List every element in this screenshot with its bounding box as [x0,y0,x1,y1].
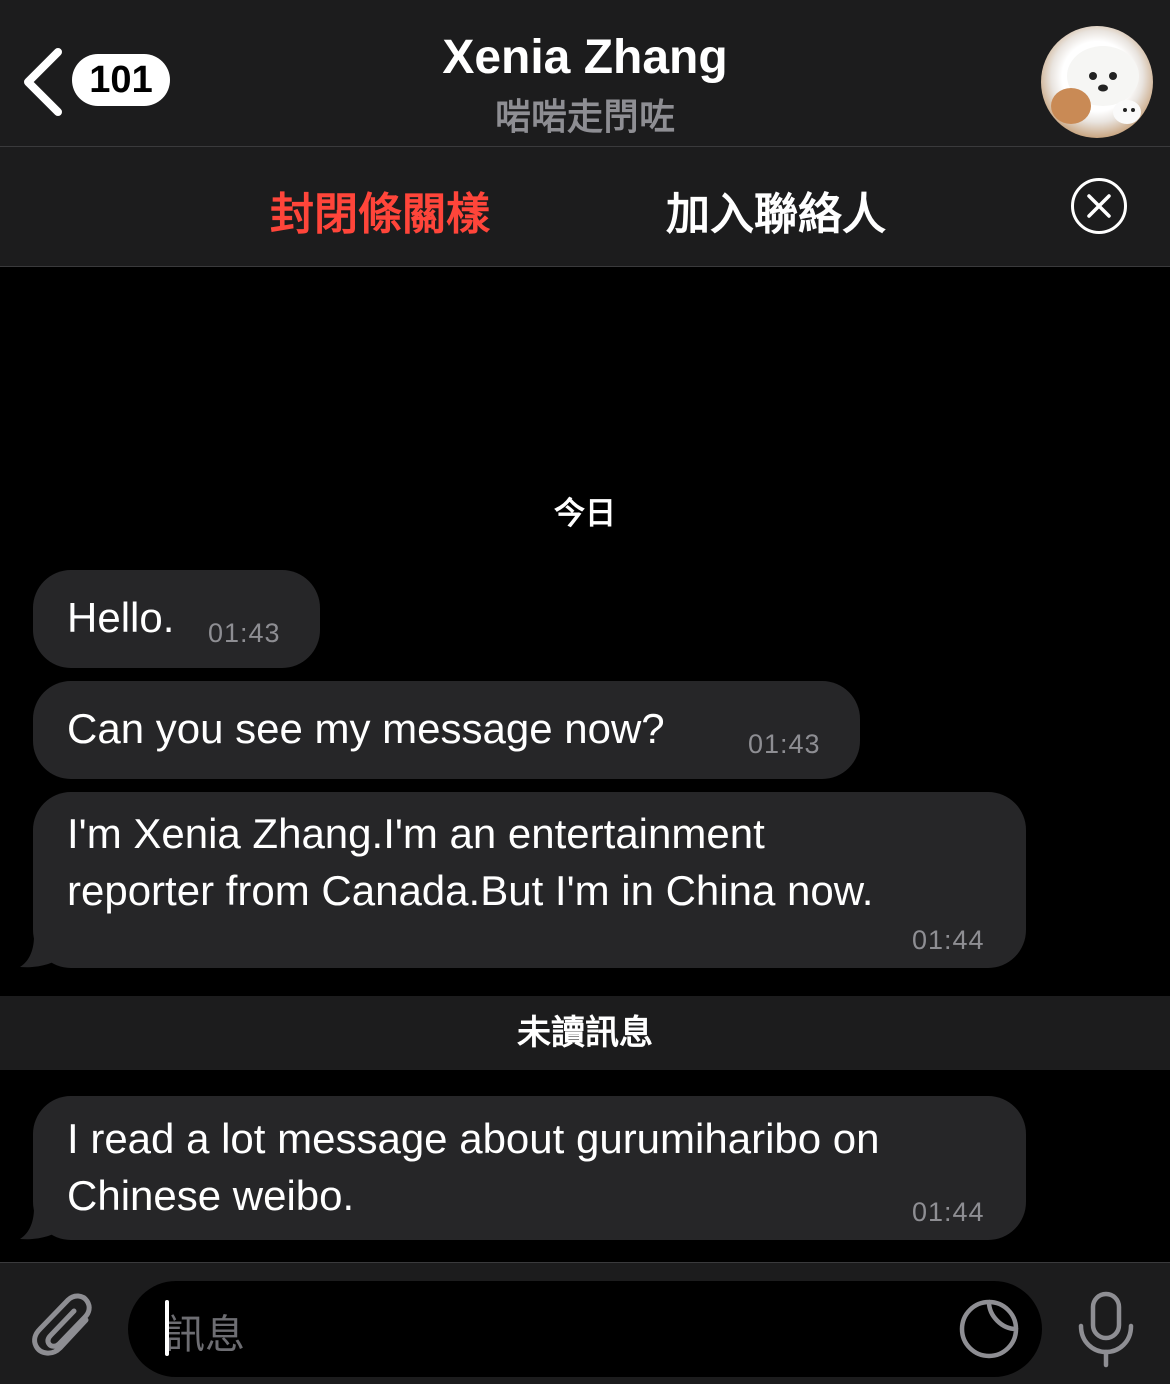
avatar[interactable] [1041,26,1153,138]
bubble-tail [20,920,64,968]
sticker-icon[interactable] [958,1298,1020,1360]
text-cursor [165,1300,169,1356]
unread-messages-divider: 未讀訊息 [0,996,1170,1070]
microphone-icon[interactable] [1075,1290,1137,1368]
message-text: reporter from Canada.But I'm in China no… [67,867,874,914]
message-text: Hello. [67,594,175,641]
add-contact-button[interactable]: 加入聯絡人 [666,178,886,242]
message-text: I read a lot message about gurumiharibo … [67,1115,880,1162]
message-text: I'm Xenia Zhang.I'm an entertainment [67,810,765,857]
message-time: 01:43 [208,618,281,648]
contact-action-bar [0,147,1170,267]
message-time: 01:43 [748,729,821,759]
paperclip-icon[interactable] [30,1290,100,1366]
close-circle-icon[interactable] [1070,177,1128,235]
message-input-placeholder: 訊息 [165,1313,245,1357]
message-time: 01:44 [912,925,985,955]
message-time: 01:44 [912,1197,985,1227]
chat-title[interactable]: Xenia Zhang [0,30,1170,85]
last-seen-status: 啱啱走閅咗 [494,96,675,137]
message-input[interactable] [128,1281,1042,1377]
message-text: Chinese weibo. [67,1172,355,1219]
avatar-image [1051,46,1141,124]
block-user-button[interactable]: 封閉條關樣 [270,178,490,242]
message-text: Can you see my message now? [67,705,665,752]
date-separator: 今日 [554,496,616,531]
